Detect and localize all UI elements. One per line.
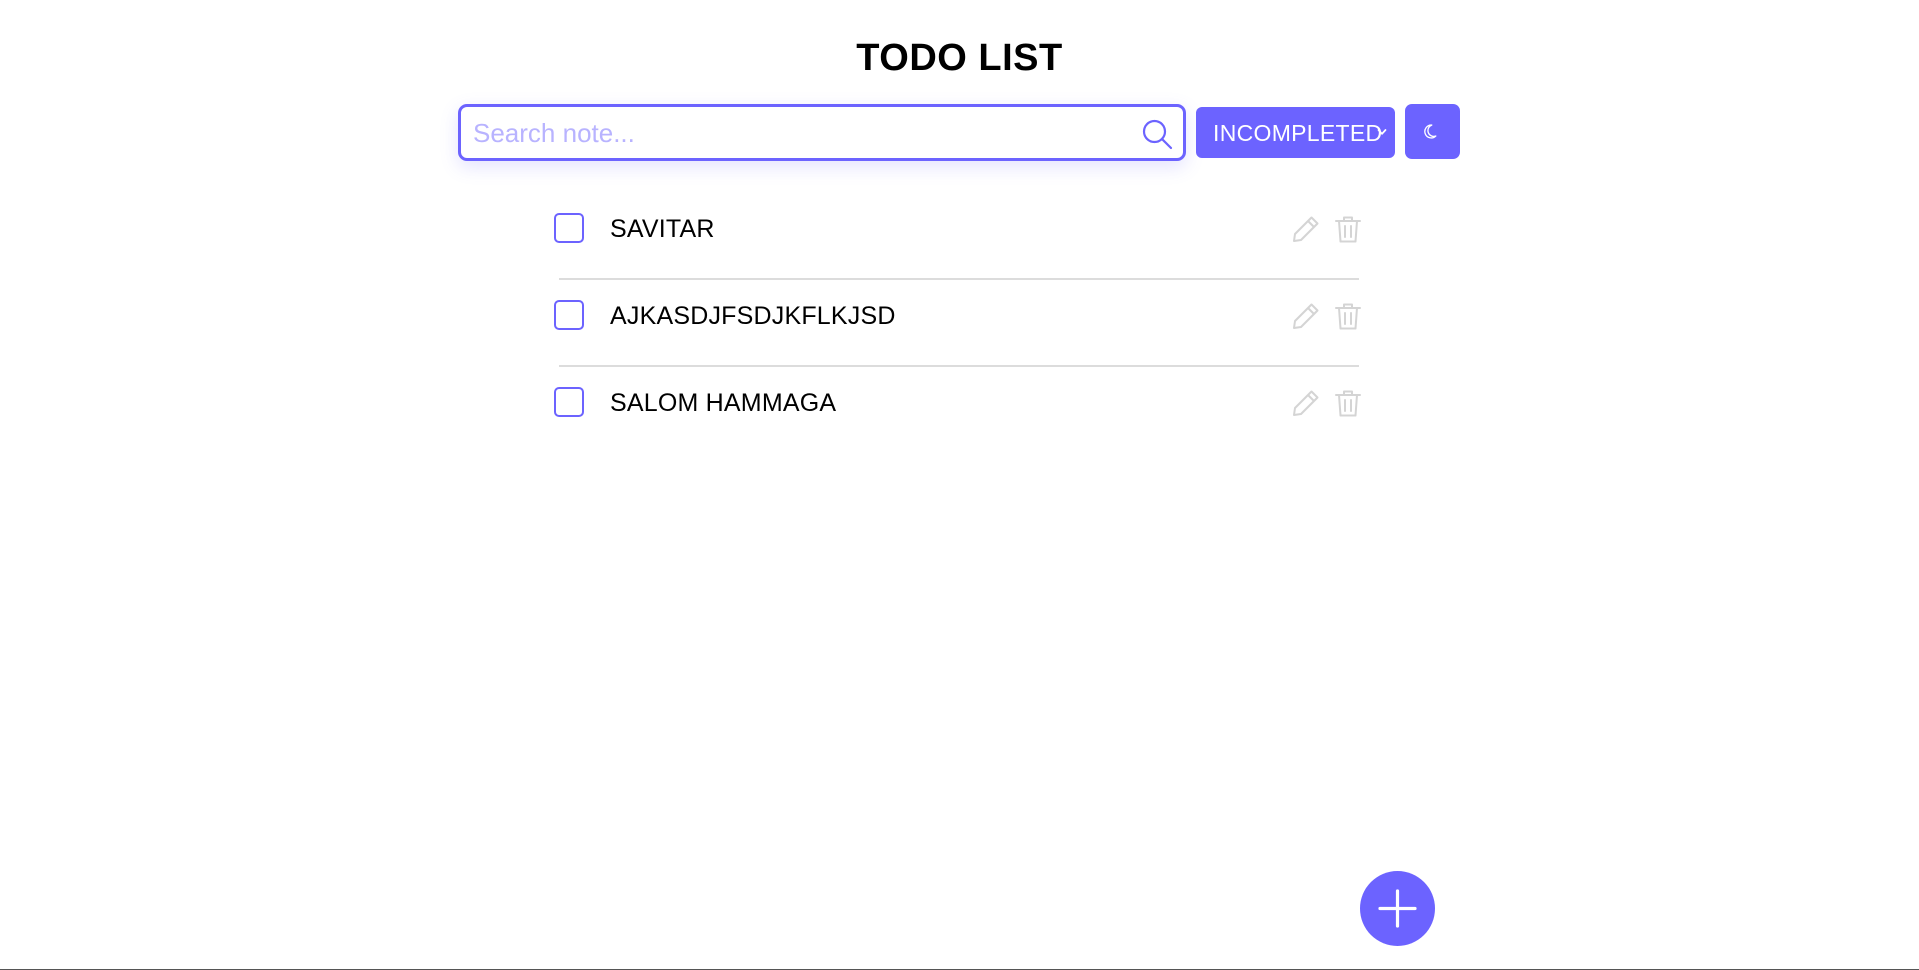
add-todo-button[interactable]: [1360, 871, 1435, 946]
filter-select[interactable]: INCOMPLETED: [1196, 107, 1395, 158]
trash-icon[interactable]: [1332, 300, 1364, 332]
pencil-icon[interactable]: [1290, 387, 1322, 419]
search-box[interactable]: [458, 104, 1186, 161]
todo-label: SAVITAR: [610, 215, 715, 243]
pencil-icon[interactable]: [1290, 300, 1322, 332]
todo-app: TODO LIST INCOMPLETED SAVITAR AJKASDJFSDJ…: [0, 0, 1919, 970]
search-icon[interactable]: [1141, 118, 1173, 150]
todo-label: SALOM HAMMAGA: [610, 389, 837, 417]
todo-item: SAVITAR: [553, 193, 1361, 280]
todo-checkbox[interactable]: [554, 213, 584, 243]
plus-icon: [1378, 889, 1417, 928]
todo-checkbox[interactable]: [554, 300, 584, 330]
toolbar: INCOMPLETED: [458, 104, 1460, 161]
filter-selected-value: INCOMPLETED: [1213, 120, 1383, 146]
chevron-down-icon: [1377, 129, 1387, 135]
todo-item: AJKASDJFSDJKFLKJSD: [553, 280, 1361, 367]
theme-toggle-button[interactable]: [1405, 104, 1460, 159]
todo-list: SAVITAR AJKASDJFSDJKFLKJSD SALOM HAMMAGA: [553, 193, 1361, 454]
pencil-icon[interactable]: [1290, 213, 1322, 245]
trash-icon[interactable]: [1332, 387, 1364, 419]
search-input[interactable]: [471, 113, 1115, 153]
todo-label: AJKASDJFSDJKFLKJSD: [610, 302, 896, 330]
todo-item: SALOM HAMMAGA: [553, 367, 1361, 454]
page-title: TODO LIST: [856, 37, 1063, 79]
todo-checkbox[interactable]: [554, 387, 584, 417]
moon-icon: [1424, 124, 1437, 139]
trash-icon[interactable]: [1332, 213, 1364, 245]
